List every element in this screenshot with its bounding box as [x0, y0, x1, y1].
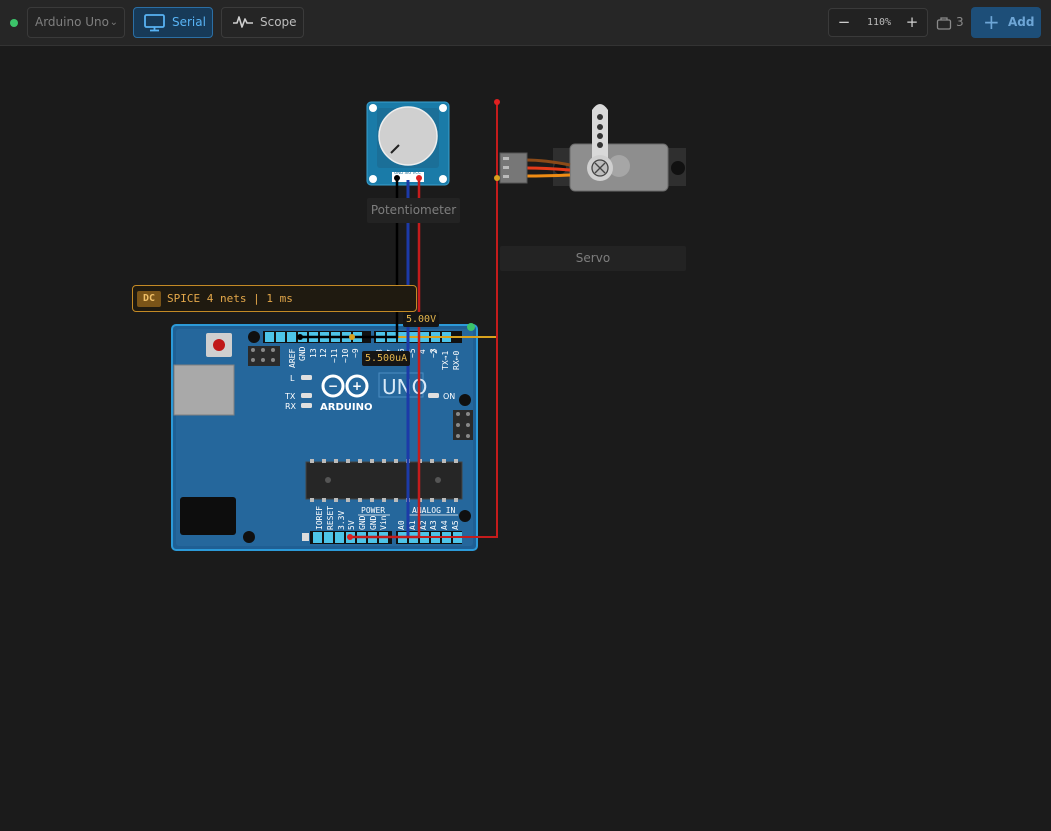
- led-label-on: ON: [443, 392, 455, 401]
- atmega-chip: [305, 459, 463, 502]
- servo-motor[interactable]: [499, 104, 686, 192]
- servo-label: Servo: [500, 246, 686, 271]
- connection-status-dot: [10, 19, 18, 27]
- waveform-icon: [233, 16, 253, 28]
- mounting-hole: [459, 394, 471, 406]
- pin-label-2: 2: [430, 349, 439, 354]
- circuit-canvas[interactable]: AREF GND 13 12 ~11 ~10 ~9 8 7 ~6 ~5 4 ~3…: [0, 46, 1051, 831]
- pin-label-ioref: IOREF: [315, 506, 324, 530]
- potentiometer-label: Potentiometer: [367, 198, 460, 223]
- led-label-rx: RX: [285, 402, 297, 411]
- mounting-hole: [459, 510, 471, 522]
- pin-label-gnd1: GND: [358, 515, 367, 530]
- zoom-out-button[interactable]: −: [831, 9, 857, 36]
- logo-minus-sign: −: [328, 379, 338, 393]
- monitor-icon: [144, 14, 165, 32]
- pin-label-a0: A0: [397, 520, 406, 530]
- led-l: [301, 375, 312, 380]
- pin-label-9: ~9: [351, 348, 360, 358]
- power-header-label: POWER: [361, 506, 385, 515]
- potentiometer-pin-labels: GND SIG VCC: [394, 170, 421, 175]
- potentiometer[interactable]: GND SIG VCC: [366, 101, 450, 186]
- zoom-level: 110%: [866, 17, 892, 28]
- canvas-drawing: AREF GND 13 12 ~11 ~10 ~9 8 7 ~6 ~5 4 ~3…: [171, 99, 686, 551]
- potentiometer-knob: [378, 106, 438, 166]
- power-jack: [180, 497, 236, 535]
- led-label-tx: TX: [284, 392, 296, 401]
- uno-model-text: UNO: [382, 375, 427, 399]
- mounting-hole: [248, 331, 260, 343]
- pin-label-13: 13: [309, 348, 318, 358]
- toolbar: Arduino Uno ⌄ Serial Scope − 110% + 3 + …: [0, 0, 1051, 46]
- arduino-uno-board[interactable]: AREF GND 13 12 ~11 ~10 ~9 8 7 ~6 ~5 4 ~3…: [171, 323, 478, 551]
- add-button-label: Add: [1008, 15, 1035, 29]
- board-select[interactable]: Arduino Uno ⌄: [27, 7, 125, 38]
- pin-label-gnd2: GND: [369, 515, 378, 530]
- component-icon: [936, 17, 952, 30]
- led-rx: [301, 403, 312, 408]
- current-probe-readout: 5.500uA: [362, 351, 411, 366]
- pin-label-a3: A3: [429, 520, 438, 530]
- logo-plus-sign: +: [352, 379, 362, 393]
- parts-count-value: 3: [956, 15, 964, 29]
- pin-label-gnd: GND: [298, 346, 307, 361]
- icsp-header-1: [248, 346, 280, 366]
- pin-label-3v3: 3.3V: [337, 511, 346, 530]
- zoom-control: − 110% +: [828, 8, 928, 37]
- pin-label-rx0: RX←0: [452, 351, 461, 370]
- pin-label-reset: RESET: [326, 506, 335, 530]
- pin-label-vin: Vin: [379, 515, 388, 530]
- led-on: [428, 393, 439, 398]
- pin-label-5v: 5V: [347, 520, 356, 530]
- pin-label-a4: A4: [440, 520, 449, 530]
- zoom-in-button[interactable]: +: [899, 9, 925, 36]
- pin-label-10: ~10: [341, 348, 350, 363]
- chevron-down-icon: ⌄: [109, 17, 118, 28]
- serial-button-label: Serial: [172, 15, 206, 29]
- icsp-header-2: [453, 410, 473, 440]
- voltage-probe-readout: 5.00V: [403, 312, 440, 327]
- pin-label-12: 12: [319, 348, 328, 358]
- serial-button[interactable]: Serial: [133, 7, 213, 38]
- plus-icon: +: [983, 10, 1000, 34]
- usb-port: [173, 364, 235, 416]
- pin-label-a5: A5: [451, 520, 460, 530]
- pin-label-11: ~11: [330, 348, 339, 363]
- led-label-l: L: [290, 374, 295, 383]
- pin-label-aref: AREF: [288, 349, 297, 368]
- pin-label-a2: A2: [419, 520, 428, 530]
- add-component-button[interactable]: + Add: [971, 7, 1041, 38]
- spice-status-banner: DC SPICE 4 nets | 1 ms: [132, 285, 417, 312]
- scope-button[interactable]: Scope: [221, 7, 304, 38]
- board-select-value: Arduino Uno: [35, 15, 109, 29]
- pin-label-tx1: TX→1: [441, 351, 450, 370]
- spice-status-text: SPICE 4 nets | 1 ms: [167, 292, 293, 305]
- arduino-brand-text: ARDUINO: [320, 402, 372, 413]
- spice-mode-badge: DC: [137, 291, 161, 307]
- led-tx: [301, 393, 312, 398]
- board-selection-handle: [467, 323, 475, 331]
- scope-button-label: Scope: [260, 15, 297, 29]
- mounting-hole: [243, 531, 255, 543]
